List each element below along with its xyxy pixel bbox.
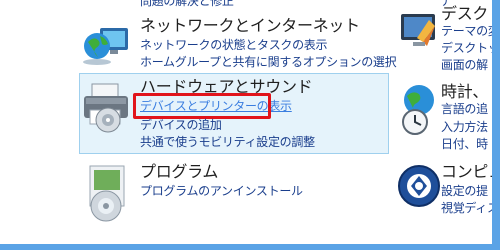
network-link-status[interactable]: ネットワークの状態とタスクの表示 — [140, 37, 328, 53]
window-frame-bottom — [0, 244, 500, 250]
clock-link-language[interactable]: 言語の追 — [441, 101, 488, 117]
network-globe-icon — [80, 22, 132, 72]
desktop-link-background[interactable]: デスクトッ — [441, 40, 500, 56]
printer-icon — [80, 80, 134, 144]
window-frame-right — [492, 0, 500, 250]
mobility-settings-link[interactable]: 共通で使うモビリティ設定の調整 — [140, 134, 315, 150]
clock-globe-icon — [397, 82, 441, 146]
ease-of-access-icon — [397, 162, 441, 216]
clock-link-date[interactable]: 日付、時 — [441, 136, 488, 152]
desktop-link-resolution[interactable]: 画面の解 — [441, 57, 488, 73]
uninstall-program-link[interactable]: プログラムのアンインストール — [140, 183, 303, 199]
network-link-homegroup[interactable]: ホームグループと共有に関するオプションの選択 — [140, 54, 397, 70]
clock-title[interactable]: 時計、 — [441, 82, 488, 102]
programs-cd-icon — [80, 162, 134, 228]
desktop-personalization-icon — [397, 8, 441, 56]
add-device-link[interactable]: デバイスの追加 — [140, 117, 222, 133]
clock-link-input[interactable]: 入力方法 — [441, 119, 488, 135]
programs-title[interactable]: プログラム — [140, 162, 218, 182]
network-title[interactable]: ネットワークとインターネット — [140, 16, 360, 36]
ease-link-visual[interactable]: 視覚ディス — [441, 200, 499, 216]
devices-printers-highlight-box — [133, 93, 271, 119]
desktop-link-theme[interactable]: テーマの変 — [441, 23, 500, 39]
top-cutoff-link[interactable]: 問題の解決と修正 — [140, 0, 234, 9]
ease-link-settings[interactable]: 設定の提 — [441, 183, 488, 199]
